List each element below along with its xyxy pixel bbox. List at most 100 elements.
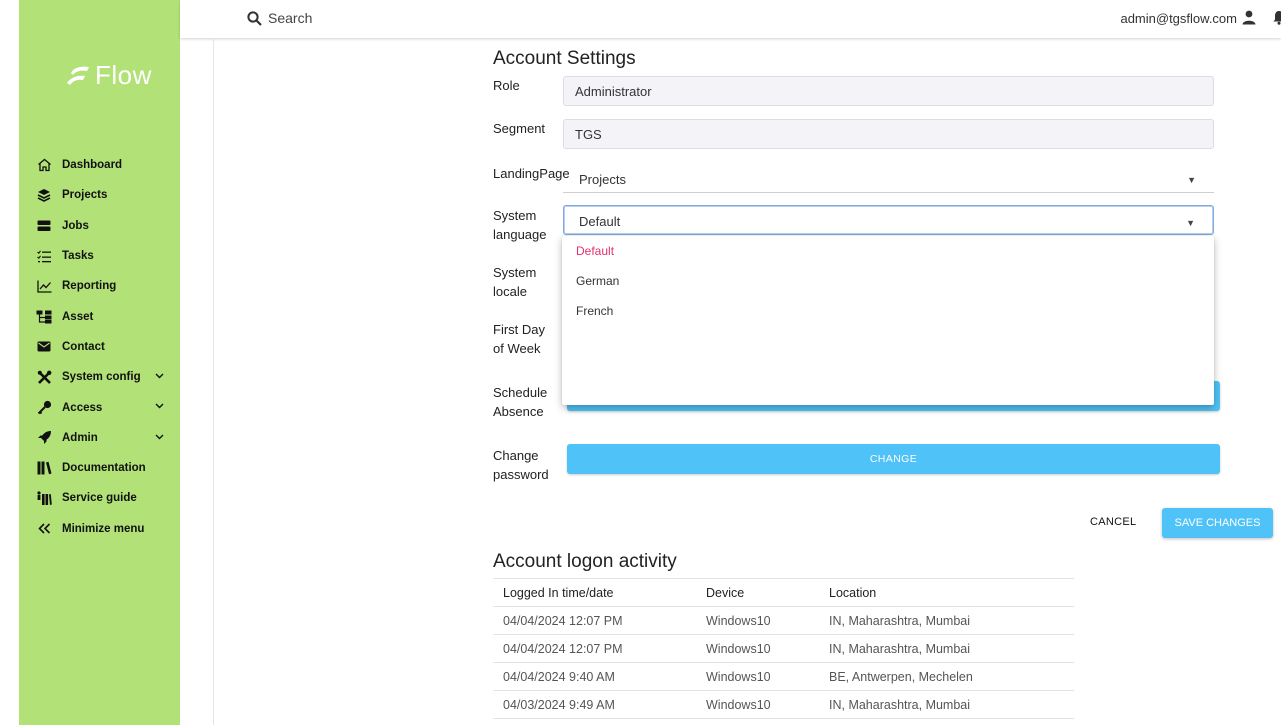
table-row: 04/04/2024 9:40 AM Windows10 BE, Antwerp… <box>493 663 1074 691</box>
table-row: 04/03/2024 9:49 AM Windows10 IN, Maharas… <box>493 691 1074 719</box>
left-gutter <box>0 0 19 725</box>
first-day-label-line1: First Day <box>493 322 545 337</box>
system-locale-label-line1: System <box>493 265 537 280</box>
bell-icon[interactable] <box>1273 10 1281 30</box>
envelope-icon <box>36 339 52 355</box>
sidebar-item-label: Contact <box>62 340 105 353</box>
first-day-label-line2: of Week <box>493 341 541 356</box>
system-language-value: Default <box>579 214 621 229</box>
checklist-icon <box>36 248 52 264</box>
layers-icon <box>36 187 52 203</box>
system-locale-label-line2: locale <box>493 284 527 299</box>
cell-time: 04/04/2024 9:40 AM <box>503 670 615 684</box>
change-password-label-line1: Change <box>493 448 539 463</box>
user-email[interactable]: admin@tgsflow.com <box>1120 11 1237 26</box>
column-header-time: Logged In time/date <box>503 586 614 600</box>
sidebar-item-label: Jobs <box>62 219 89 232</box>
cell-device: Windows10 <box>706 670 771 684</box>
chevron-down-icon <box>155 371 164 382</box>
search-input[interactable]: Search <box>247 10 312 26</box>
user-icon[interactable] <box>1242 10 1256 30</box>
segment-field: TGS <box>563 119 1214 149</box>
system-language-label: System language <box>493 206 547 244</box>
flow-logo-icon <box>67 66 89 85</box>
logon-activity-title: Account logon activity <box>493 551 677 572</box>
sidebar-item-access[interactable]: Access <box>19 392 180 422</box>
logo-text: Flow <box>95 60 152 90</box>
language-option-german[interactable]: German <box>576 274 619 288</box>
sidebar-nav: Dashboard Projects Jobs Tasks Reporting <box>19 150 180 544</box>
segment-label: Segment <box>493 121 546 136</box>
sidebar-item-service-guide[interactable]: Service guide <box>19 483 180 513</box>
caret-down-icon: ▼ <box>1186 218 1195 228</box>
hierarchy-icon <box>36 309 52 325</box>
role-label: Role <box>493 78 520 93</box>
sidebar-item-label: Dashboard <box>62 159 123 172</box>
cell-device: Windows10 <box>706 698 771 712</box>
sidebar-item-label: Projects <box>62 189 108 202</box>
key-icon <box>36 400 52 416</box>
cell-time: 04/04/2024 12:07 PM <box>503 642 623 656</box>
change-password-button[interactable]: CHANGE <box>567 444 1220 474</box>
chevron-down-icon <box>155 432 164 443</box>
system-language-label-line2: language <box>493 227 547 242</box>
content-divider <box>213 38 214 725</box>
sidebar-item-admin[interactable]: Admin <box>19 423 180 453</box>
sidebar-item-label: Access <box>62 401 103 414</box>
sidebar-item-documentation[interactable]: Documentation <box>19 453 180 483</box>
sidebar-item-label: Service guide <box>62 492 137 505</box>
double-chevron-left-icon <box>36 521 52 537</box>
cancel-button[interactable]: CANCEL <box>1090 516 1136 528</box>
save-changes-button[interactable]: SAVE CHANGES <box>1162 508 1273 538</box>
sidebar-item-minimize-menu[interactable]: Minimize menu <box>19 514 180 544</box>
home-icon <box>36 157 52 173</box>
server-icon <box>36 218 52 234</box>
sidebar-item-label: Reporting <box>62 280 117 293</box>
change-password-label: Change password <box>493 446 549 484</box>
cell-location: IN, Maharashtra, Mumbai <box>829 698 971 712</box>
top-bar: Search admin@tgsflow.com <box>180 0 1281 38</box>
cell-time: 04/03/2024 9:49 AM <box>503 698 615 712</box>
sidebar-item-label: System config <box>62 371 141 384</box>
schedule-absence-label-line1: Schedule <box>493 385 548 400</box>
schedule-absence-label-line2: Absence <box>493 404 544 419</box>
system-language-select[interactable]: Default ▼ <box>563 205 1214 235</box>
change-password-label-line2: password <box>493 467 549 482</box>
caret-down-icon: ▼ <box>1187 175 1196 185</box>
sidebar-item-asset[interactable]: Asset <box>19 301 180 331</box>
table-row: 04/04/2024 12:07 PM Windows10 IN, Mahara… <box>493 635 1074 663</box>
sidebar-item-contact[interactable]: Contact <box>19 332 180 362</box>
sidebar-item-system-config[interactable]: System config <box>19 362 180 392</box>
system-language-dropdown: Default German French <box>562 236 1214 405</box>
table-row: 04/04/2024 12:07 PM Windows10 IN, Mahara… <box>493 607 1074 635</box>
rocket-icon <box>36 430 52 446</box>
landing-page-select[interactable]: Projects ▼ <box>563 163 1214 193</box>
sidebar-item-jobs[interactable]: Jobs <box>19 211 180 241</box>
sidebar-item-label: Tasks <box>62 250 94 263</box>
search-icon <box>247 10 262 26</box>
language-option-french[interactable]: French <box>576 304 613 318</box>
landing-page-label: LandingPage <box>493 166 570 181</box>
sidebar-item-projects[interactable]: Projects <box>19 180 180 210</box>
logon-activity-table: Logged In time/date Device Location 04/0… <box>493 578 1074 719</box>
app-logo[interactable]: Flow <box>65 60 152 91</box>
column-header-device: Device <box>706 586 745 600</box>
sidebar-item-label: Documentation <box>62 462 146 475</box>
account-settings-title: Account Settings <box>493 48 636 69</box>
cell-time: 04/04/2024 12:07 PM <box>503 614 623 628</box>
sidebar-item-tasks[interactable]: Tasks <box>19 241 180 271</box>
sidebar-item-reporting[interactable]: Reporting <box>19 271 180 301</box>
language-option-default[interactable]: Default <box>576 244 614 258</box>
search-placeholder: Search <box>268 10 313 26</box>
system-language-label-line1: System <box>493 208 537 223</box>
chevron-down-icon <box>155 401 164 412</box>
sidebar-item-label: Asset <box>62 310 94 323</box>
cell-device: Windows10 <box>706 642 771 656</box>
sidebar-item-label: Minimize menu <box>62 522 145 535</box>
sidebar-item-dashboard[interactable]: Dashboard <box>19 150 180 180</box>
system-locale-label: System locale <box>493 263 536 301</box>
cell-location: BE, Antwerpen, Mechelen <box>829 670 973 684</box>
line-chart-icon <box>36 278 52 294</box>
cell-location: IN, Maharashtra, Mumbai <box>829 642 971 656</box>
landing-page-value: Projects <box>579 172 626 187</box>
